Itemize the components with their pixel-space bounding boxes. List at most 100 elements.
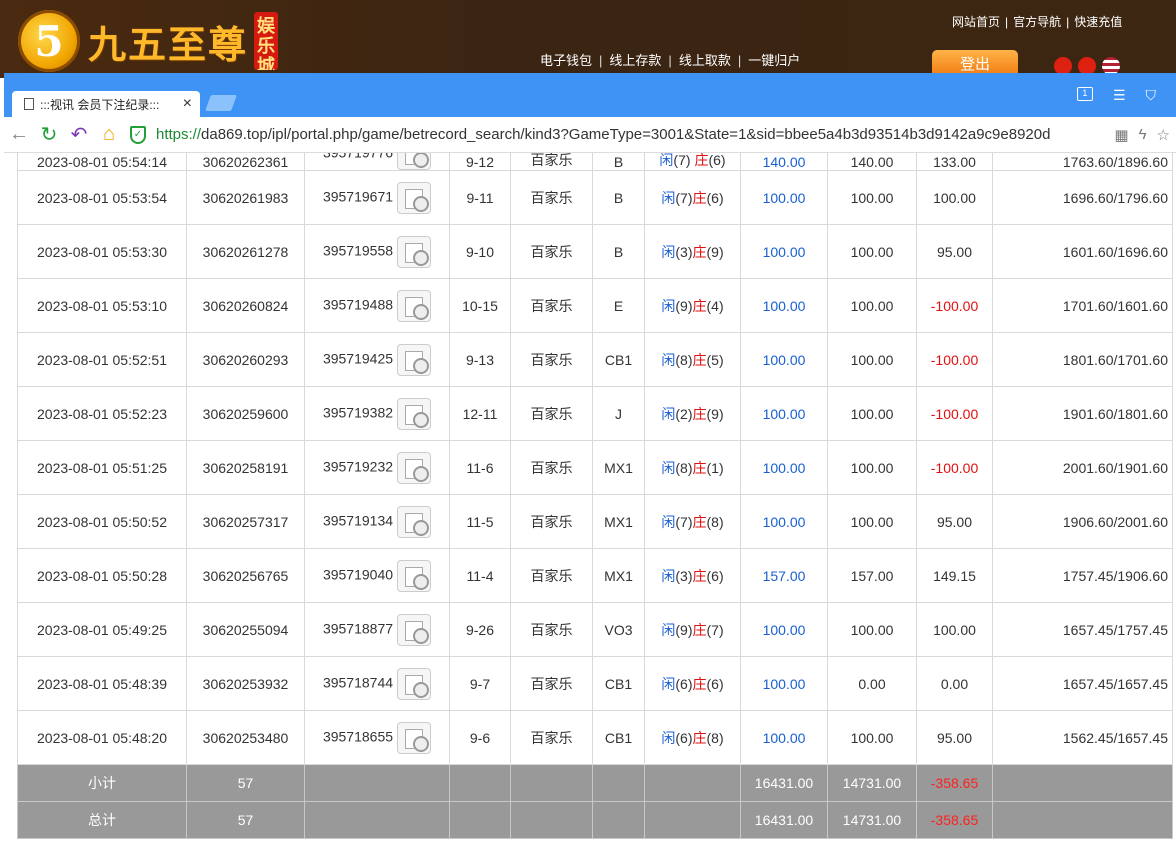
shirt-icon[interactable]: ⛉ xyxy=(1146,87,1157,104)
banker-points: (8) xyxy=(706,513,724,530)
win-amount: 95.00 xyxy=(916,224,993,279)
banker-label: 庄 xyxy=(692,459,707,476)
video-replay-icon[interactable] xyxy=(397,505,432,538)
url-input[interactable]: https://da869.top/ipl/portal.php/game/be… xyxy=(156,126,1066,143)
video-replay-icon[interactable] xyxy=(397,235,432,268)
win-amount: -100.00 xyxy=(916,278,993,333)
bet-amount[interactable]: 100.00 xyxy=(740,170,828,225)
balance: 1657.45/1757.45 xyxy=(992,602,1173,657)
player-label: 闲 xyxy=(659,153,674,168)
table-number: 11-4 xyxy=(449,548,511,603)
bet-time: 2023-08-01 05:53:54 xyxy=(17,170,187,225)
tab-bar: :::视讯 会员下注纪录::: × 1 ☰ ⛉ xyxy=(4,73,1176,117)
result-cell: 闲(7)庄(8) xyxy=(644,494,741,549)
security-shield-icon[interactable]: ✓ xyxy=(130,125,146,144)
bet-amount[interactable]: 100.00 xyxy=(740,494,828,549)
video-replay-icon[interactable] xyxy=(397,667,432,700)
round-cell: 395718655 xyxy=(304,710,450,765)
bet-time: 2023-08-01 05:50:28 xyxy=(17,548,187,603)
balance: 1601.60/1696.60 xyxy=(992,224,1173,279)
nav-withdraw[interactable]: 线上取款 xyxy=(679,53,731,68)
table-row: 2023-08-01 05:48:39 30620253932 395718744 9… xyxy=(17,656,1173,711)
player-points: (9) xyxy=(675,621,693,638)
video-replay-icon[interactable] xyxy=(397,397,432,430)
subtotal-win: -358.65 xyxy=(916,764,993,802)
address-actions: ▦ ϟ ☆ xyxy=(1114,126,1170,144)
round-cell: 395719425 xyxy=(304,332,450,387)
bet-amount[interactable]: 100.00 xyxy=(740,602,828,657)
round-cell: 395719558 xyxy=(304,224,450,279)
bet-time: 2023-08-01 05:48:20 xyxy=(17,710,187,765)
video-replay-icon[interactable] xyxy=(397,721,432,754)
link-home[interactable]: 网站首页 xyxy=(952,15,1000,29)
video-replay-icon[interactable] xyxy=(397,343,432,376)
video-replay-icon[interactable] xyxy=(397,451,432,484)
win-amount: 149.15 xyxy=(916,548,993,603)
link-quick-recharge[interactable]: 快速充值 xyxy=(1074,15,1122,29)
bet-amount[interactable]: 100.00 xyxy=(740,710,828,765)
round-number: 395719134 xyxy=(322,512,394,529)
bet-number: 30620262361 xyxy=(186,153,305,171)
game-name: 百家乐 xyxy=(510,170,593,225)
bet-amount[interactable]: 100.00 xyxy=(740,332,828,387)
reload-icon[interactable]: ↻ xyxy=(34,122,64,147)
win-amount: -100.00 xyxy=(916,440,993,495)
address-bar: ← ↻ ↶ ⌂ ✓ https://da869.top/ipl/portal.p… xyxy=(4,117,1176,153)
result-cell: 闲(7)庄(6) xyxy=(644,170,741,225)
undo-icon[interactable]: ↶ xyxy=(64,122,94,147)
browser-window: :::视讯 会员下注纪录::: × 1 ☰ ⛉ ← ↻ ↶ ⌂ ✓ https:… xyxy=(4,73,1176,843)
banker-label: 庄 xyxy=(692,243,707,260)
bet-amount[interactable]: 100.00 xyxy=(740,656,828,711)
divider: | xyxy=(668,53,672,68)
home-icon[interactable]: ⌂ xyxy=(94,123,124,146)
lightning-icon[interactable]: ϟ xyxy=(1139,126,1147,144)
video-replay-icon[interactable] xyxy=(397,559,432,592)
menu-icon[interactable]: ☰ xyxy=(1113,87,1126,104)
video-replay-icon[interactable] xyxy=(397,613,432,646)
tab-count-icon[interactable]: 1 xyxy=(1076,87,1093,101)
game-name: 百家乐 xyxy=(510,656,593,711)
bet-amount[interactable]: 140.00 xyxy=(740,153,828,171)
new-tab-button[interactable] xyxy=(205,95,237,111)
player-points: (7) xyxy=(675,513,693,530)
bet-amount[interactable]: 157.00 xyxy=(740,548,828,603)
table-row: 2023-08-01 05:50:28 30620256765 395719040 1… xyxy=(17,548,1173,603)
video-replay-icon[interactable] xyxy=(397,181,432,214)
player-label: 闲 xyxy=(661,729,676,746)
player-points: (9) xyxy=(675,297,693,314)
table-number: 9-11 xyxy=(449,170,511,225)
player-points: (3) xyxy=(675,243,693,260)
document-icon xyxy=(24,98,34,110)
link-official-nav[interactable]: 官方导航 xyxy=(1013,15,1061,29)
table-type: MX1 xyxy=(592,440,645,495)
subtotal-row: 小计 57 16431.00 14731.00 -358.65 xyxy=(17,764,1173,802)
player-points: (3) xyxy=(675,567,693,584)
round-cell: 395719776 xyxy=(304,153,450,171)
star-icon[interactable]: ☆ xyxy=(1157,126,1170,144)
page-content: 2023-08-01 05:54:14 30620262361 39571977… xyxy=(4,153,1176,843)
round-number: 395719671 xyxy=(322,188,394,205)
site-logo[interactable]: 5 九五至尊 娱乐城 xyxy=(18,10,279,72)
bet-amount[interactable]: 100.00 xyxy=(740,440,828,495)
valid-amount: 100.00 xyxy=(827,386,917,441)
back-icon[interactable]: ← xyxy=(4,123,34,146)
banker-points: (6) xyxy=(706,189,724,206)
nav-one-click-return[interactable]: 一键归户 xyxy=(748,53,800,68)
bet-amount[interactable]: 100.00 xyxy=(740,224,828,279)
video-replay-icon[interactable] xyxy=(397,289,432,322)
game-name: 百家乐 xyxy=(510,278,593,333)
video-replay-icon[interactable] xyxy=(397,153,432,170)
table-type: B xyxy=(592,170,645,225)
tab-bet-record[interactable]: :::视讯 会员下注纪录::: × xyxy=(12,91,200,117)
round-number: 395719488 xyxy=(322,296,394,313)
bet-amount[interactable]: 100.00 xyxy=(740,278,828,333)
close-icon[interactable]: × xyxy=(183,95,192,113)
nav-e-wallet[interactable]: 电子钱包 xyxy=(540,53,592,68)
bet-number: 30620261278 xyxy=(186,224,305,279)
table-row: 2023-08-01 05:52:23 30620259600 395719382 1… xyxy=(17,386,1173,441)
nav-deposit[interactable]: 线上存款 xyxy=(609,53,661,68)
valid-amount: 100.00 xyxy=(827,440,917,495)
bet-amount[interactable]: 100.00 xyxy=(740,386,828,441)
empty-cell xyxy=(449,801,511,839)
qr-code-icon[interactable]: ▦ xyxy=(1114,126,1128,144)
